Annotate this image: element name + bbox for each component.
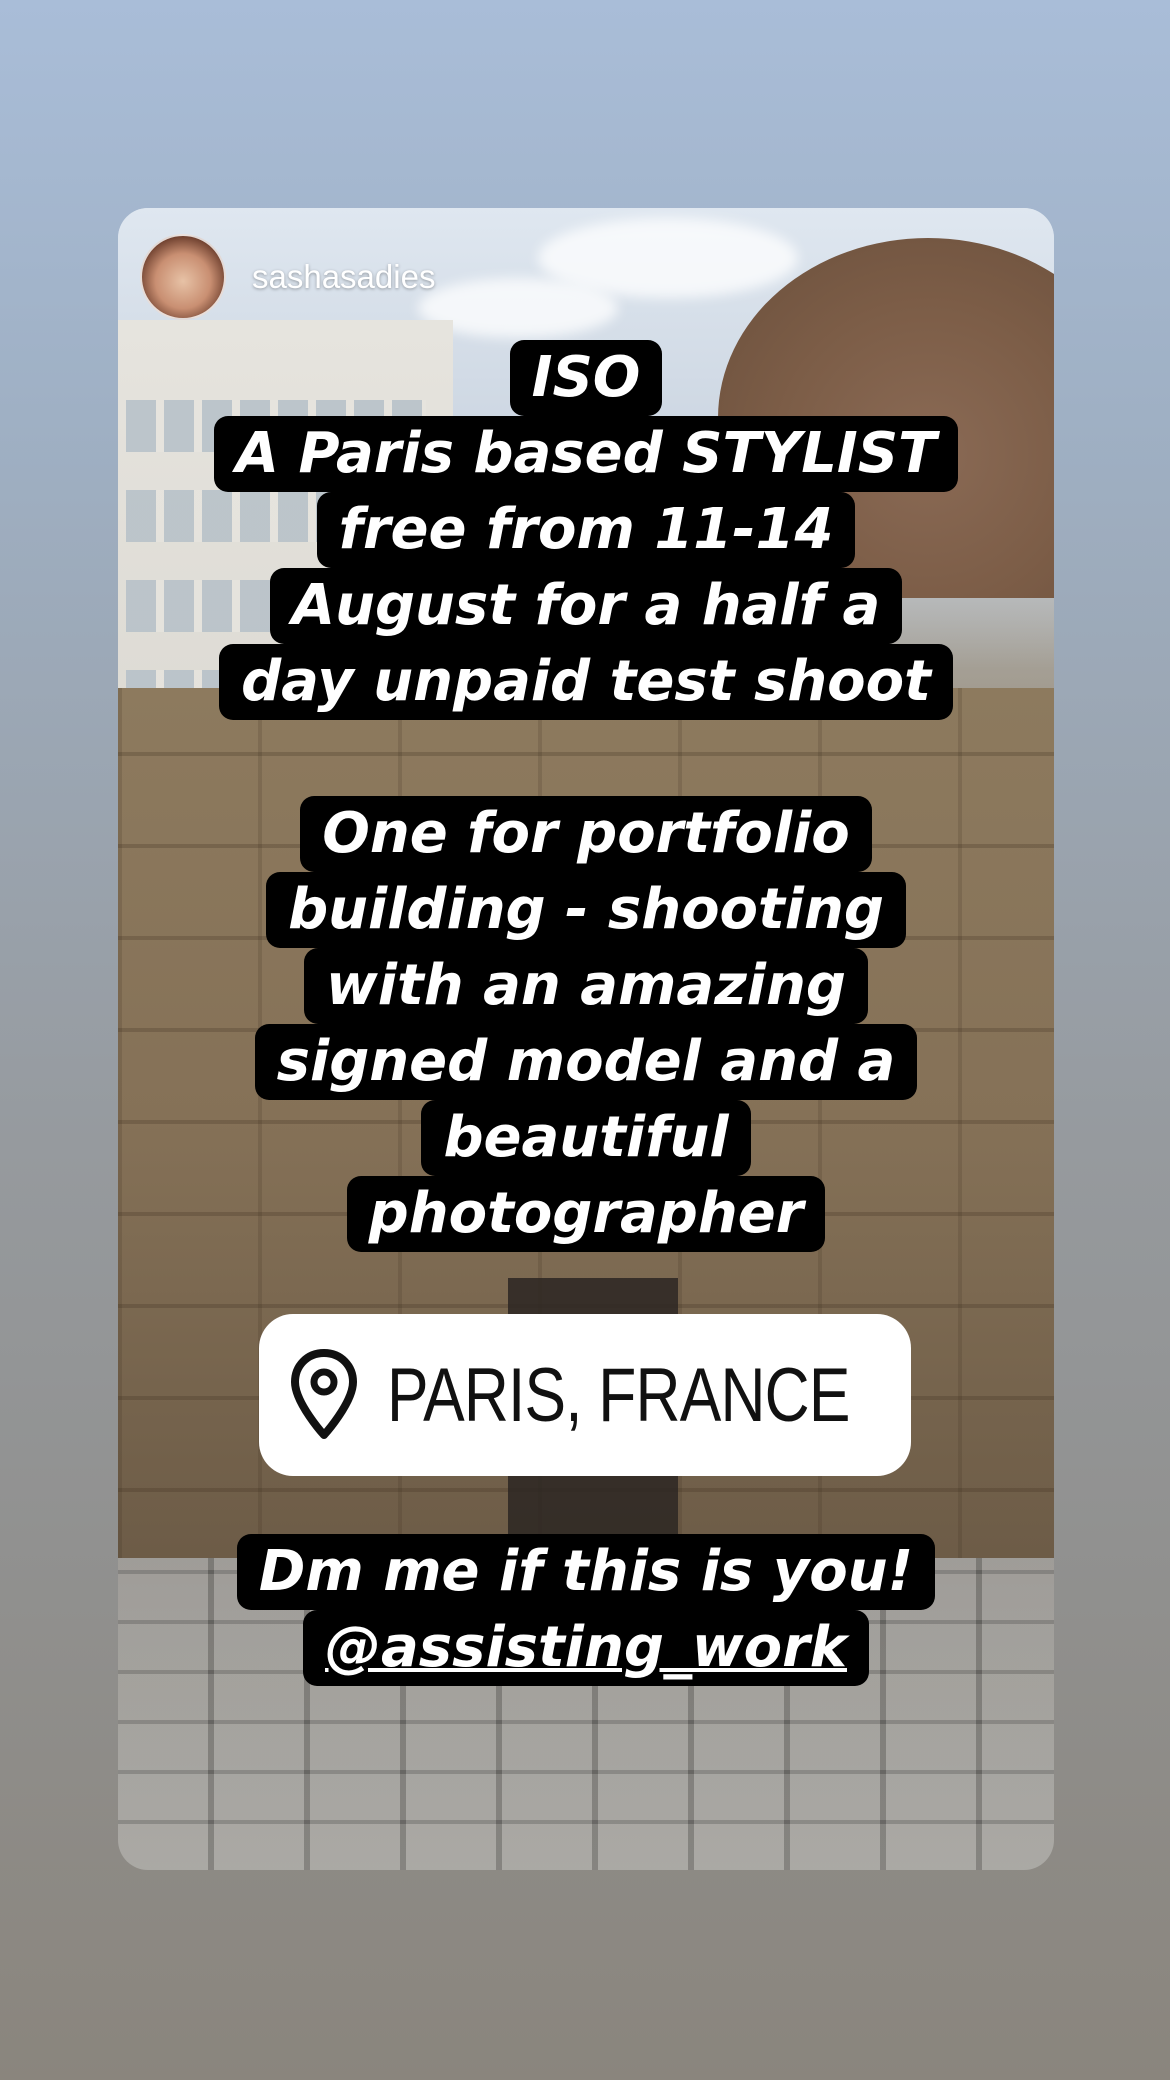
location-pin-icon — [290, 1349, 357, 1439]
story-card: sashasadies ISO A Paris based STYLIST fr… — [118, 208, 1054, 1870]
text-line: signed model and a — [254, 1024, 918, 1100]
text-block-dm: Dm me if this is you! @assisting_work — [118, 1534, 1054, 1686]
location-label: PARIS, FRANCE — [386, 1352, 850, 1438]
text-line: August for a half a — [269, 568, 903, 644]
text-line: day unpaid test shoot — [219, 644, 953, 720]
mention-link[interactable]: @assisting_work — [303, 1610, 869, 1686]
text-line: One for portfolio — [300, 796, 872, 872]
text-line: free from 11-14 — [316, 492, 856, 568]
text-line: ISO — [509, 340, 663, 416]
avatar[interactable] — [140, 234, 226, 320]
text-block-portfolio: One for portfolio building - shooting wi… — [118, 796, 1054, 1252]
text-line: A Paris based STYLIST — [213, 416, 959, 492]
location-sticker[interactable]: PARIS, FRANCE — [259, 1314, 911, 1476]
text-line: photographer — [346, 1176, 826, 1252]
text-line: with an amazing — [304, 948, 868, 1024]
text-block-iso: ISO A Paris based STYLIST free from 11-1… — [118, 340, 1054, 720]
text-line: building - shooting — [266, 872, 906, 948]
text-line: Dm me if this is you! — [236, 1534, 936, 1610]
username[interactable]: sashasadies — [252, 258, 435, 296]
story-header[interactable]: sashasadies — [140, 234, 435, 320]
text-line: beautiful — [421, 1100, 751, 1176]
